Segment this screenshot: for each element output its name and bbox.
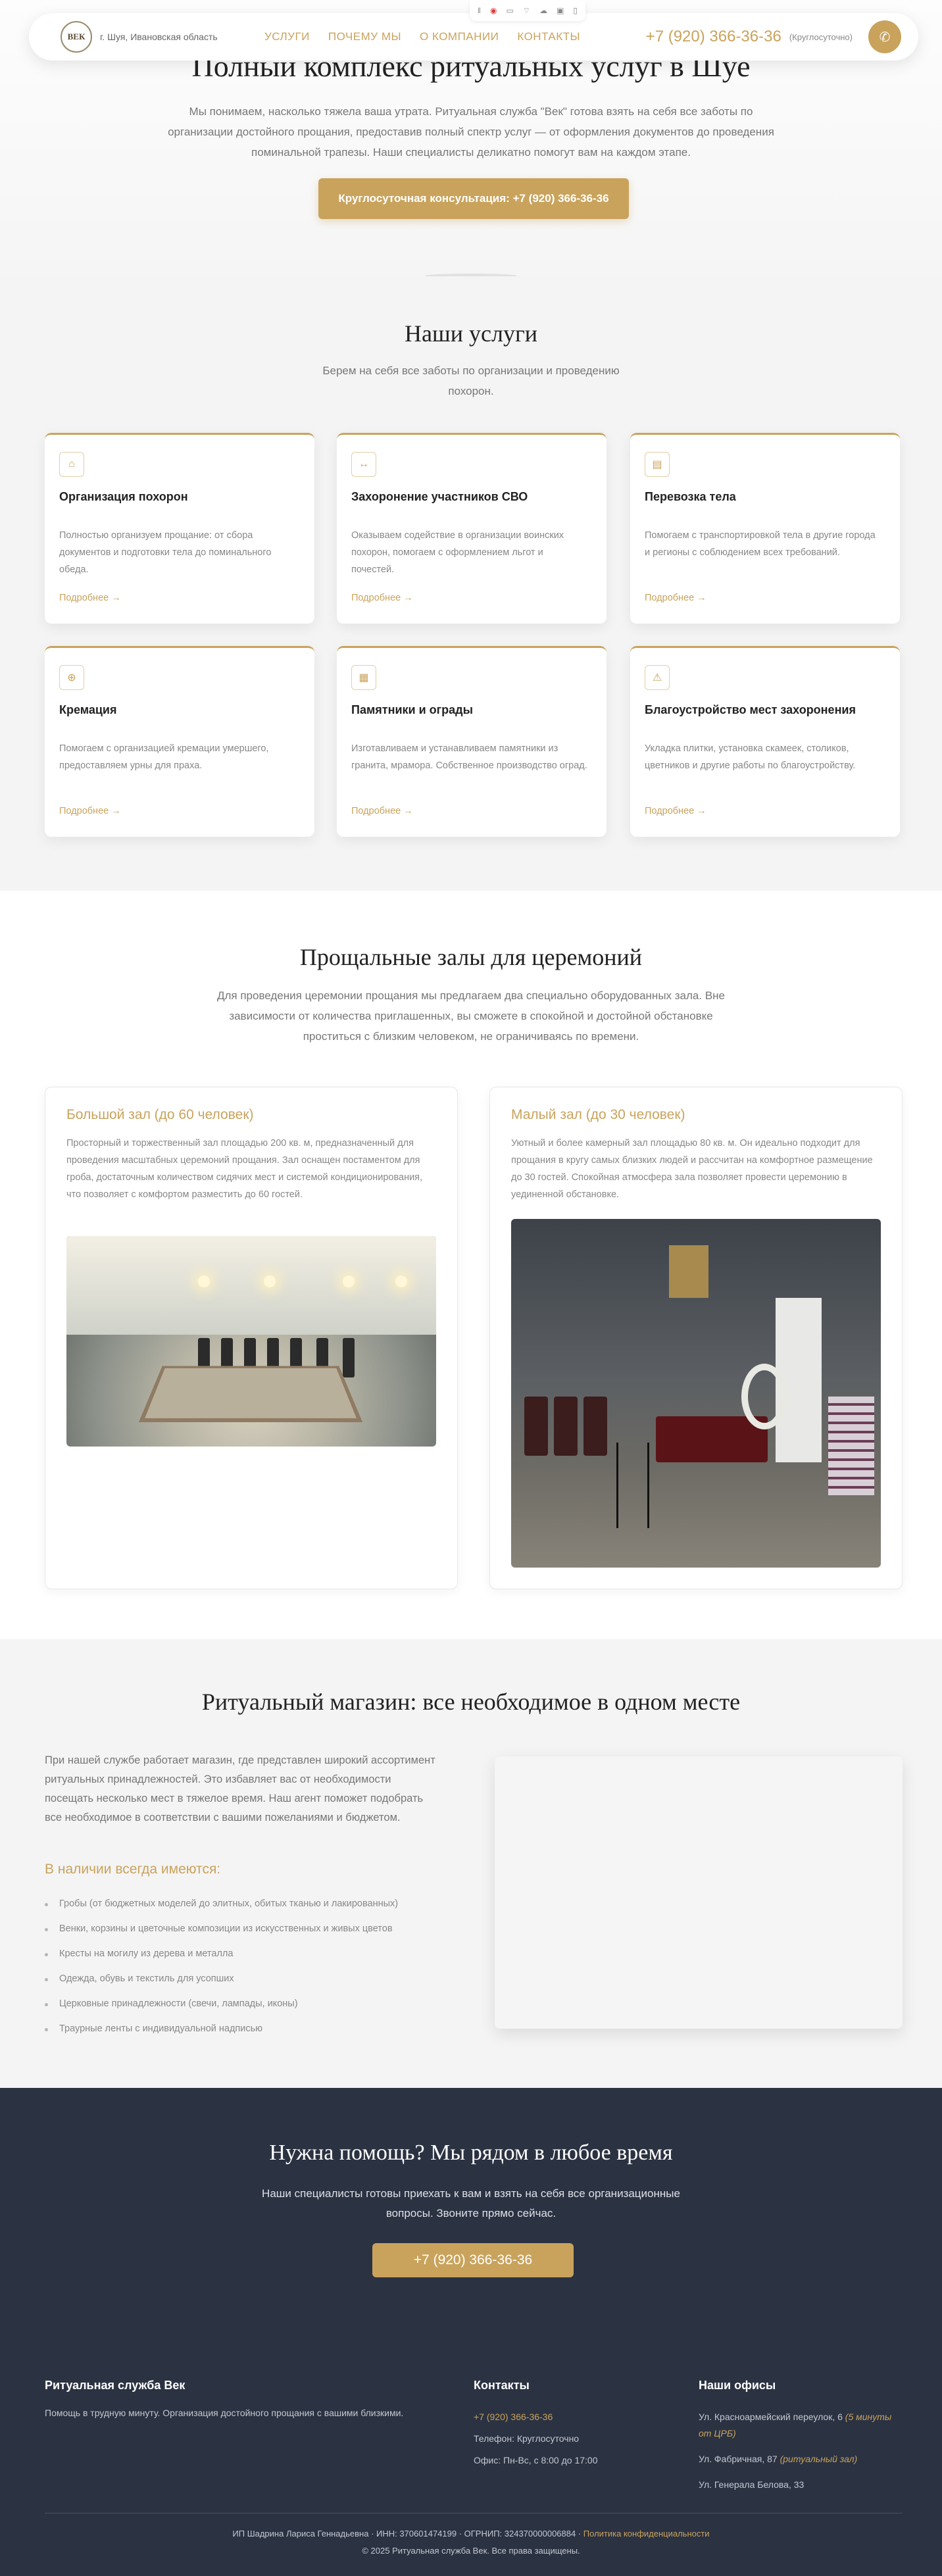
shop-intro: При нашей службе работает магазин, где п…	[45, 1754, 435, 1823]
cta-phone-button[interactable]: +7 (920) 366-36-36	[372, 2243, 574, 2277]
hall-text: Уютный и более камерный зал площадью 80 …	[511, 1138, 873, 1200]
service-card[interactable]: ↔ Захоронение участников СВО Оказываем с…	[337, 433, 607, 624]
screen-recorder-toolbar: ‖ ◉ ▭ ⌔ ☁ ▣ ▯	[470, 0, 586, 21]
hall-text: Просторный и торжественный зал площадью …	[66, 1138, 423, 1200]
service-more-link[interactable]: Подробнее →	[59, 593, 121, 603]
service-title: Захоронение участников СВО	[351, 490, 528, 503]
arrows-icon: ↔	[351, 452, 376, 477]
pause-icon[interactable]: ‖	[478, 6, 481, 15]
shop-section: Ритуальный магазин: все необходимое в од…	[0, 1639, 942, 2088]
footer-brand-text: Помощь в трудную минуту. Организация дос…	[45, 2408, 404, 2418]
large-hall-photo	[66, 1236, 436, 1447]
hero-text: Мы понимаем, насколько тяжела ваша утрат…	[168, 105, 774, 159]
halls-subtitle: Для проведения церемонии прощания мы пре…	[216, 989, 726, 1043]
list-item: Траурные ленты с индивидуальной надписью	[45, 2023, 398, 2048]
footer-office-3: Ул. Генерала Белова, 33	[699, 2479, 805, 2490]
footer-legal: ИП Шадрина Лариса Геннадьевна · ИНН: 370…	[232, 2529, 710, 2539]
footer-offices-title: Наши офисы	[699, 2379, 776, 2392]
services-subtitle: Берем на себя все заботы по организации …	[322, 364, 620, 397]
service-more-link[interactable]: Подробнее →	[59, 806, 121, 816]
landscape-icon: ⚠	[645, 665, 670, 690]
service-more-link[interactable]: Подробнее →	[645, 806, 706, 816]
shop-items-list: Гробы (от бюджетных моделей до элитных, …	[45, 1898, 398, 2048]
services-title: Наши услуги	[405, 320, 537, 347]
list-item: Гробы (от бюджетных моделей до элитных, …	[45, 1898, 398, 1923]
service-text: Полностью организуем прощание: от сбора …	[59, 530, 272, 575]
cta-title: Нужна помощь? Мы рядом в любое время	[269, 2141, 673, 2165]
consultation-button[interactable]: Круглосуточная консультация: +7 (920) 36…	[318, 178, 629, 219]
footer-office-1: Ул. Красноармейский переулок, 6 (5 минут…	[699, 2412, 892, 2439]
monument-icon: ▦	[351, 665, 376, 690]
nav-contacts[interactable]: КОНТАКТЫ	[517, 30, 580, 43]
service-text: Помогаем с транспортировкой тела в други…	[645, 530, 876, 558]
screen-icon[interactable]: ▭	[506, 6, 513, 15]
service-card[interactable]: ▦ Памятники и ограды Изготавливаем и уст…	[337, 646, 607, 837]
header-phone-link[interactable]: +7 (920) 366-36-36	[646, 28, 781, 46]
location-text: г. Шуя, Ивановская область	[100, 32, 218, 42]
list-item: Одежда, обувь и текстиль для усопших	[45, 1973, 398, 1998]
footer-brand-title: Ритуальная служба Век	[45, 2379, 186, 2392]
service-card[interactable]: ⌂ Организация похорон Полностью организу…	[45, 433, 314, 624]
shop-image-placeholder	[495, 1756, 903, 2029]
service-card[interactable]: ▤ Перевозка тела Помогаем с транспортиро…	[630, 433, 900, 624]
service-text: Изготавливаем и устанавливаем памятники …	[351, 743, 587, 771]
footer-phone-link[interactable]: +7 (920) 366-36-36	[474, 2409, 598, 2425]
service-text: Укладка плитки, установка скамеек, столи…	[645, 743, 856, 771]
service-title: Памятники и ограды	[351, 703, 473, 716]
header-phone-note: (Круглосуточно)	[789, 32, 853, 42]
coffin-icon: ⌂	[59, 452, 84, 477]
service-title: Кремация	[59, 703, 117, 716]
small-hall-photo	[511, 1219, 881, 1568]
call-button[interactable]: ✆	[868, 20, 901, 53]
document-icon[interactable]: ▯	[573, 6, 578, 15]
shop-list-title: В наличии всегда имеются:	[45, 1862, 221, 1877]
service-title: Перевозка тела	[645, 490, 736, 503]
phone-icon: ✆	[879, 30, 891, 45]
shop-title: Ритуальный магазин: все необходимое в од…	[201, 1689, 741, 1715]
main-nav: УСЛУГИ ПОЧЕМУ МЫ О КОМПАНИИ КОНТАКТЫ	[264, 30, 580, 43]
privacy-policy-link[interactable]: Политика конфиденциальности	[583, 2529, 710, 2539]
service-more-link[interactable]: Подробнее →	[645, 593, 706, 603]
service-more-link[interactable]: Подробнее →	[351, 593, 413, 603]
footer-copyright: © 2025 Ритуальная служба Век. Все права …	[362, 2546, 580, 2556]
halls-section: Прощальные залы для церемоний Для провед…	[0, 891, 942, 1639]
service-title: Организация похорон	[59, 490, 188, 503]
nav-services[interactable]: УСЛУГИ	[264, 30, 310, 43]
service-card[interactable]: ⚠ Благоустройство мест захоронения Уклад…	[630, 646, 900, 837]
halls-title: Прощальные залы для церемоний	[299, 944, 643, 970]
service-text: Помогаем с организацией кремации умершег…	[59, 743, 269, 771]
hall-card-small: Малый зал (до 30 человек) Уютный и более…	[489, 1087, 903, 1589]
cta-text: Наши специалисты готовы приехать к вам и…	[262, 2187, 680, 2219]
nav-why-us[interactable]: ПОЧЕМУ МЫ	[328, 30, 401, 43]
wifi-icon[interactable]: ⌔	[523, 6, 530, 16]
cloud-icon[interactable]: ☁	[539, 6, 547, 15]
footer-divider	[45, 2513, 903, 2514]
nav-about[interactable]: О КОМПАНИИ	[420, 30, 499, 43]
hall-title: Большой зал (до 60 человек)	[66, 1107, 254, 1122]
services-section: Наши услуги Берем на себя все заботы по …	[0, 276, 942, 891]
list-item: Венки, корзины и цветочные композиции из…	[45, 1923, 398, 1948]
truck-icon: ▤	[645, 452, 670, 477]
list-item: Кресты на могилу из дерева и металла	[45, 1948, 398, 1973]
list-item: Церковные принадлежности (свечи, лампады…	[45, 1998, 398, 2023]
window-icon[interactable]: ▣	[557, 6, 564, 15]
footer-office-hours: Офис: Пн-Вс, с 8:00 до 17:00	[474, 2455, 598, 2465]
service-card[interactable]: ⊕ Кремация Помогаем с организацией крема…	[45, 646, 314, 837]
footer-contacts-title: Контакты	[474, 2379, 530, 2392]
service-title: Благоустройство мест захоронения	[645, 703, 856, 716]
record-icon[interactable]: ◉	[490, 6, 497, 15]
footer-office-2: Ул. Фабричная, 87 (ритуальный зал)	[699, 2454, 858, 2464]
cta-footer-section: Нужна помощь? Мы рядом в любое время Наш…	[0, 2088, 942, 2576]
footer-phone-hours: Телефон: Круглосуточно	[474, 2433, 580, 2444]
service-more-link[interactable]: Подробнее →	[351, 806, 413, 816]
hall-card-large: Большой зал (до 60 человек) Просторный и…	[45, 1087, 458, 1589]
hall-title: Малый зал (до 30 человек)	[511, 1107, 685, 1122]
service-text: Оказываем содействие в организации воинс…	[351, 530, 564, 575]
urn-icon: ⊕	[59, 665, 84, 690]
company-logo[interactable]: ВЕК	[61, 21, 92, 53]
